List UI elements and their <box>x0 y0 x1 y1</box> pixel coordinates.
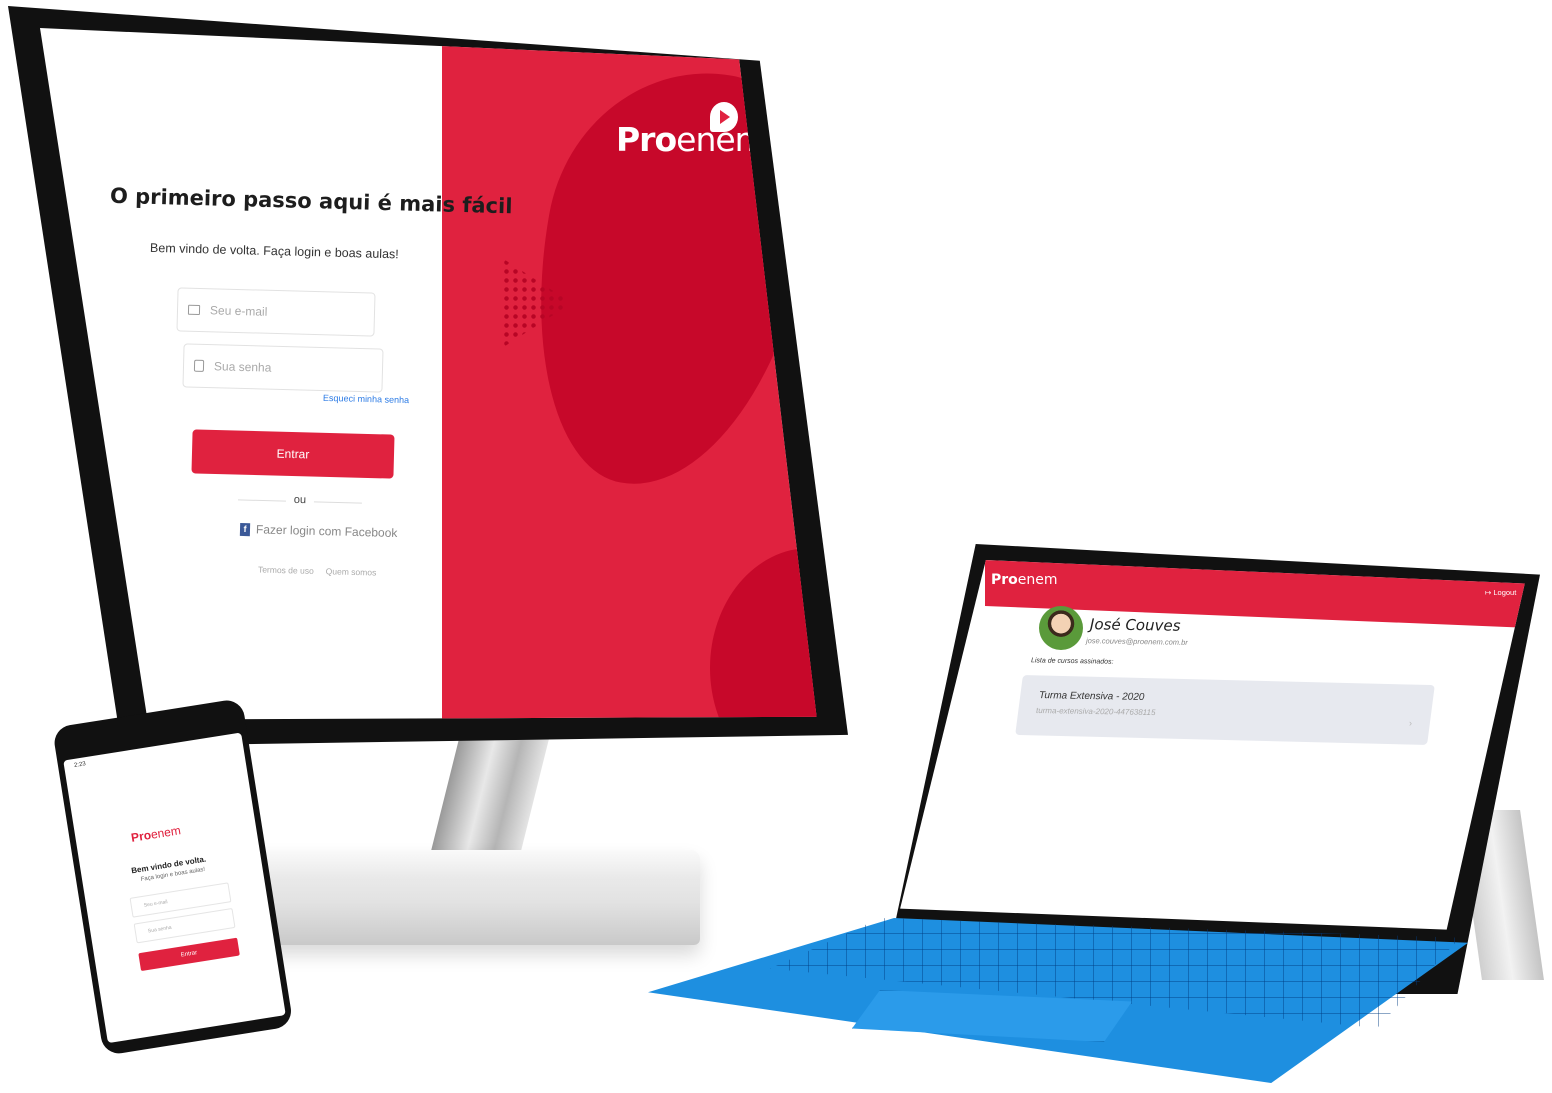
user-name: José Couves <box>1089 615 1181 635</box>
facebook-login-label: Fazer login com Facebook <box>255 522 398 541</box>
about-link[interactable]: Quem somos <box>326 566 377 577</box>
page-subtitle: Bem vindo de volta. Faça login e boas au… <box>149 240 399 262</box>
phone-login-screen: 2:23 Proenem Bem vindo de volta. Faça lo… <box>63 732 286 1044</box>
password-placeholder: Sua senha <box>213 359 272 375</box>
proenem-logo: Proenem <box>130 823 182 845</box>
proenem-logo: Proenem <box>991 572 1058 588</box>
login-button[interactable]: Entrar <box>191 429 395 479</box>
logo-light-text: enem <box>1017 572 1058 588</box>
facebook-login-button[interactable]: f Fazer login com Facebook <box>239 522 398 541</box>
login-button[interactable]: Entrar <box>138 937 240 972</box>
logout-button[interactable]: ↦ Logout <box>1485 588 1516 597</box>
monitor-base-top <box>200 850 700 880</box>
logo-bold-text: Pro <box>616 120 677 159</box>
logo-bold-text: Pro <box>130 827 153 845</box>
proenem-logo: Proenem <box>616 120 767 159</box>
page-title: O primeiro passo aqui é mais fácil <box>109 183 513 219</box>
logout-label: Logout <box>1493 588 1517 597</box>
chevron-right-icon: › <box>1409 718 1412 728</box>
or-divider: ou <box>238 492 362 507</box>
terms-link[interactable]: Termos de uso <box>258 564 314 575</box>
facebook-icon: f <box>239 522 251 536</box>
logo-light-text: enem <box>149 823 182 842</box>
user-email: jose.couves@proenem.com.br <box>1085 636 1188 647</box>
footer-links: Termos de uso Quem somos <box>258 564 377 577</box>
lock-icon <box>193 359 205 372</box>
course-name: Turma Extensiva - 2020 <box>1038 690 1145 703</box>
forgot-password-link[interactable]: Esqueci minha senha <box>323 393 409 405</box>
email-field[interactable]: Seu e-mail <box>176 287 376 337</box>
phone-frame: 2:23 Proenem Bem vindo de volta. Faça lo… <box>52 697 294 1056</box>
email-placeholder: Seu e-mail <box>209 303 268 319</box>
desktop-login-screen: Proenem O primeiro passo aqui é mais fác… <box>40 28 817 720</box>
avatar <box>1039 606 1083 650</box>
mail-icon <box>187 304 201 316</box>
play-logo-icon <box>710 102 738 132</box>
status-time: 2:23 <box>73 761 87 769</box>
course-list-label: Lista de cursos assinados: <box>1030 657 1114 666</box>
logo-bold-text: Pro <box>991 572 1018 588</box>
password-field[interactable]: Sua senha <box>182 343 384 393</box>
